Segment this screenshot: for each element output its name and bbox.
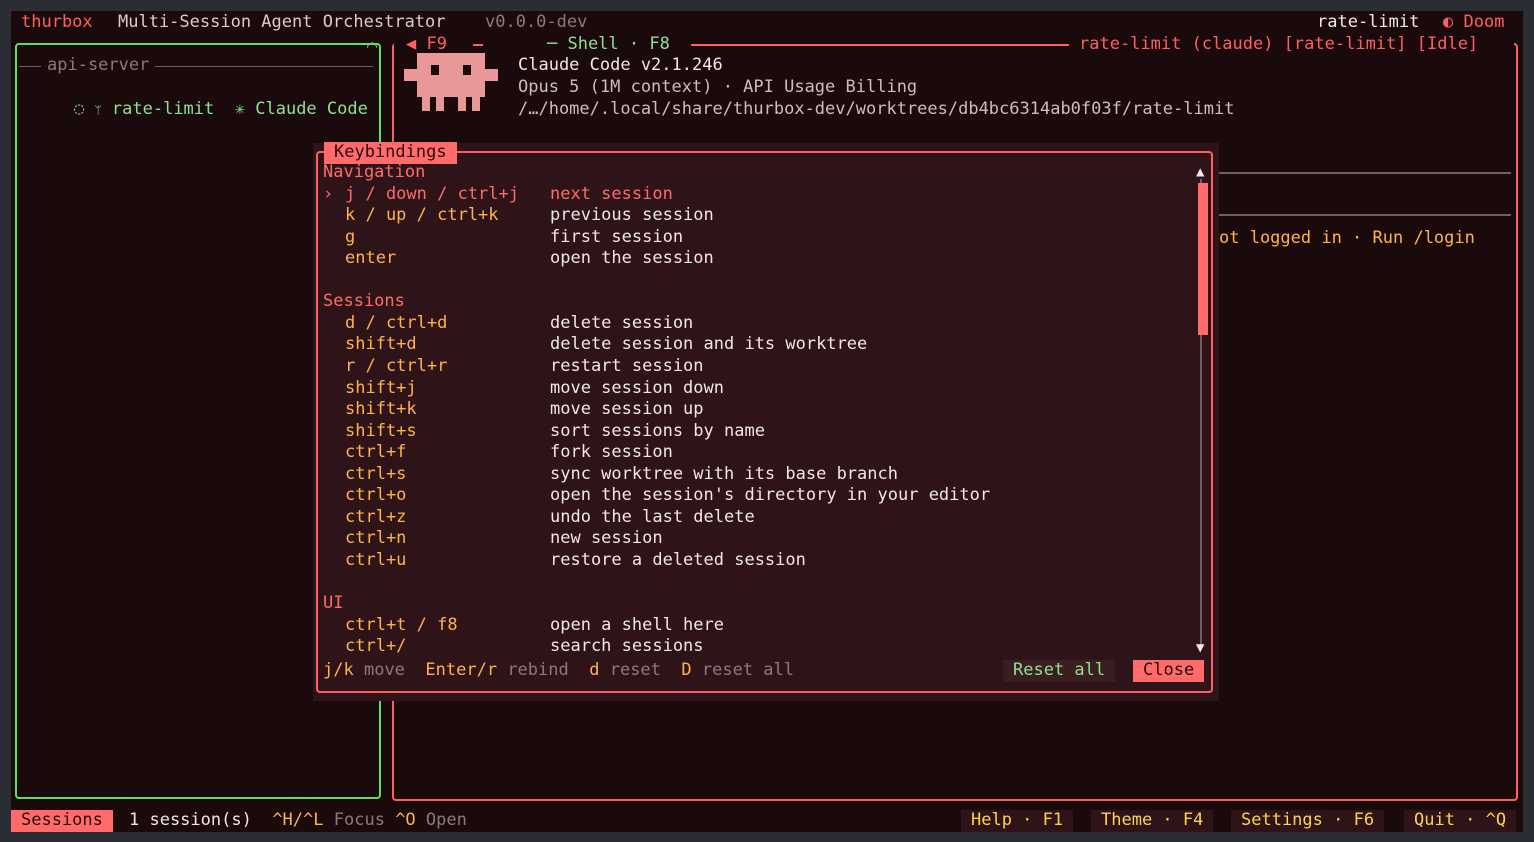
keybinding-description: open a shell here xyxy=(550,614,724,635)
keybinding-key: g xyxy=(345,226,356,247)
status-hints: 1 session(s) ^H/^L Focus ^O Open xyxy=(129,810,467,830)
keybinding-key: j / down / ctrl+j xyxy=(345,183,519,204)
keybinding-key: r / ctrl+r xyxy=(345,355,448,376)
keybinding-key: ctrl+o xyxy=(345,485,407,506)
scroll-up-icon[interactable]: ▲ xyxy=(1196,162,1204,184)
keybinding-key: ctrl+f xyxy=(345,442,407,463)
app-subtitle: Multi-Session Agent Orchestrator xyxy=(118,12,446,32)
app-name: thurbox xyxy=(21,12,93,32)
keybinding-description: open the session xyxy=(550,248,714,269)
header-line xyxy=(691,44,1069,46)
keybinding-key: shift+k xyxy=(345,399,417,420)
scroll-down-icon[interactable]: ▼ xyxy=(1196,638,1204,660)
sessions-tab[interactable]: Sessions xyxy=(11,810,113,832)
star-icon: ✳ xyxy=(234,98,245,119)
keybinding-key: ctrl+t / f8 xyxy=(345,614,458,635)
prompt-line-bottom xyxy=(1219,214,1511,216)
keybinding-description: new session xyxy=(550,528,663,549)
app-version: v0.0.0-dev xyxy=(485,12,588,32)
claude-version: Claude Code v2.1.246 xyxy=(518,55,723,75)
quit-button[interactable]: Quit · ^Q xyxy=(1404,810,1517,832)
section-header: Navigation xyxy=(323,162,426,182)
spinner-icon: ◌ xyxy=(73,98,85,119)
keybinding-description: undo the last delete xyxy=(550,506,755,527)
prompt-line-top xyxy=(1219,172,1511,174)
close-button[interactable]: Close xyxy=(1133,660,1205,682)
terminal-window: thurbox Multi-Session Agent Orchestrator… xyxy=(11,11,1523,832)
keybinding-key: ctrl+s xyxy=(345,463,407,484)
theme-button[interactable]: Theme · F4 xyxy=(1091,810,1214,832)
project-title: api-server xyxy=(41,55,156,77)
panel-corner-icon: ◠ xyxy=(367,37,378,57)
claude-model: Opus 5 (1M context) · API Usage Billing xyxy=(518,77,918,97)
keybinding-description: previous session xyxy=(550,205,714,226)
active-session-name: rate-limit xyxy=(1317,12,1420,32)
panel-title: rate-limit (claude) [rate-limit] [Idle] xyxy=(1079,34,1479,54)
keybinding-description: restore a deleted session xyxy=(550,549,806,570)
arrow-left-icon: ◀ F9 xyxy=(406,34,447,54)
dialog-hints: j/k move Enter/r rebind d reset D reset … xyxy=(323,660,795,680)
keybinding-description: restart session xyxy=(550,355,704,376)
scrollbar-thumb[interactable] xyxy=(1198,183,1208,335)
session-list-item[interactable]: ◌ ᛘ rate-limit ✳ Claude Code xyxy=(33,77,368,143)
branch-icon: ᛘ xyxy=(94,102,102,117)
keybinding-description: next session xyxy=(550,183,673,204)
section-header: Sessions xyxy=(323,291,405,312)
keybinding-description: delete session and its worktree xyxy=(550,334,868,355)
selection-caret-icon: › xyxy=(323,183,334,204)
keybinding-key: enter xyxy=(345,248,397,269)
tab-separator xyxy=(473,44,483,46)
moon-icon: ◐ xyxy=(1443,12,1454,32)
help-button[interactable]: Help · F1 xyxy=(961,810,1074,832)
keybinding-description: first session xyxy=(550,226,684,247)
settings-button[interactable]: Settings · F6 xyxy=(1231,810,1385,832)
keybinding-key: k / up / ctrl+k xyxy=(345,205,499,226)
keybinding-key: ctrl+z xyxy=(345,506,407,527)
section-header: UI xyxy=(323,593,344,613)
session-name: rate-limit xyxy=(111,98,215,119)
keybinding-key: shift+s xyxy=(345,420,417,441)
theme-name: Doom xyxy=(1463,12,1505,32)
keybinding-key: shift+j xyxy=(345,377,417,398)
keybinding-key: ctrl+n xyxy=(345,528,407,549)
dialog-title: Keybindings xyxy=(324,142,457,164)
keybinding-key: ctrl+/ xyxy=(345,636,407,657)
keybinding-description: delete session xyxy=(550,312,694,333)
keybinding-key: shift+d xyxy=(345,334,417,355)
keybinding-description: move session up xyxy=(550,399,704,420)
keybinding-key: ctrl+u xyxy=(345,549,407,570)
session-agent: Claude Code xyxy=(255,98,368,119)
login-hint: ot logged in · Run /login xyxy=(1219,228,1475,248)
keybinding-description: open the session's directory in your edi… xyxy=(550,485,991,506)
tab-shell[interactable]: ─ Shell · F8 xyxy=(547,34,670,56)
keybinding-description: fork session xyxy=(550,442,673,463)
keybinding-description: move session down xyxy=(550,377,724,398)
worktree-path: /…/home/.local/share/thurbox-dev/worktre… xyxy=(518,99,1235,119)
keybinding-description: search sessions xyxy=(550,636,704,657)
keybinding-description: sync worktree with its base branch xyxy=(550,463,898,484)
theme-indicator[interactable]: ◐ Doom xyxy=(1443,12,1504,34)
mascot-icon xyxy=(404,53,498,111)
keybinding-description: sort sessions by name xyxy=(550,420,765,441)
keybinding-key: d / ctrl+d xyxy=(345,312,448,333)
reset-all-button[interactable]: Reset all xyxy=(1003,660,1116,682)
